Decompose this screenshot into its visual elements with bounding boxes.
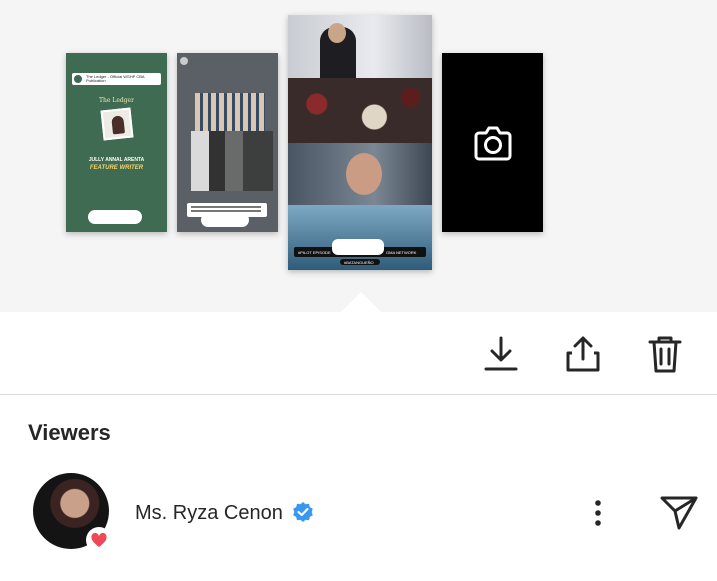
add-story-camera-tile[interactable] [442, 53, 543, 232]
verified-badge-icon [293, 502, 313, 522]
story-collage-panel-2 [288, 78, 432, 143]
more-options-button[interactable] [584, 497, 612, 529]
story-photo-people [191, 131, 273, 191]
delete-button[interactable] [645, 332, 685, 376]
redaction-mark [332, 239, 384, 255]
story-actions-toolbar [0, 312, 717, 395]
story-collage-panel-1 [288, 15, 432, 78]
story-thumbnail-1[interactable]: The Ledger - Official WSHP CBA Publicati… [66, 53, 167, 232]
story-person-name: JULLY ANNAL ARENTA [88, 157, 145, 163]
hashtag-text: #BATANGUEÑO [344, 260, 374, 265]
story-thumbnail-selected[interactable]: #PILOT EPISODE GMA NETWORK #BATANGUEÑO [288, 15, 432, 270]
story-header-text: The Ledger - Official WSHP CBA Publicati… [86, 74, 145, 83]
download-button[interactable] [481, 332, 521, 376]
collage-face [328, 23, 346, 43]
send-icon [660, 496, 698, 530]
story-hashtag: #BATANGUEÑO [340, 259, 380, 265]
story-person-role: FEATURE WRITER [89, 165, 144, 171]
caption-left: #PILOT EPISODE [298, 250, 331, 255]
collage-face [346, 153, 382, 195]
story-header-card: The Ledger - Official WSHP CBA Publicati… [72, 73, 161, 85]
viewer-name[interactable]: Ms. Ryza Cenon [135, 502, 283, 525]
caption-right: GMA NETWORK [386, 250, 417, 255]
story-thumbnail-2[interactable] [177, 53, 278, 232]
publication-logo [74, 75, 82, 83]
download-icon [484, 336, 518, 371]
selection-pointer [341, 292, 381, 312]
reaction-badge [86, 527, 112, 553]
story-title: The Ledger [99, 97, 134, 104]
story-carousel: The Ledger - Official WSHP CBA Publicati… [0, 0, 717, 312]
share-icon [566, 336, 600, 372]
viewers-heading: Viewers [28, 420, 111, 445]
viewer-list-item[interactable]: Ms. Ryza Cenon [0, 466, 717, 556]
caption-line [191, 206, 261, 208]
story-collage-panel-3 [288, 143, 432, 205]
story-portrait [100, 107, 134, 141]
share-button[interactable] [563, 332, 603, 376]
story-photo-wall [195, 93, 265, 131]
trash-icon [648, 336, 682, 373]
story-author-avatar [180, 57, 188, 65]
more-vertical-icon [595, 500, 601, 526]
send-message-button[interactable] [659, 493, 699, 533]
caption-line [191, 210, 261, 212]
heart-icon [91, 532, 107, 547]
redaction-mark [201, 213, 249, 227]
redaction-mark [88, 210, 142, 224]
camera-icon [474, 126, 511, 160]
